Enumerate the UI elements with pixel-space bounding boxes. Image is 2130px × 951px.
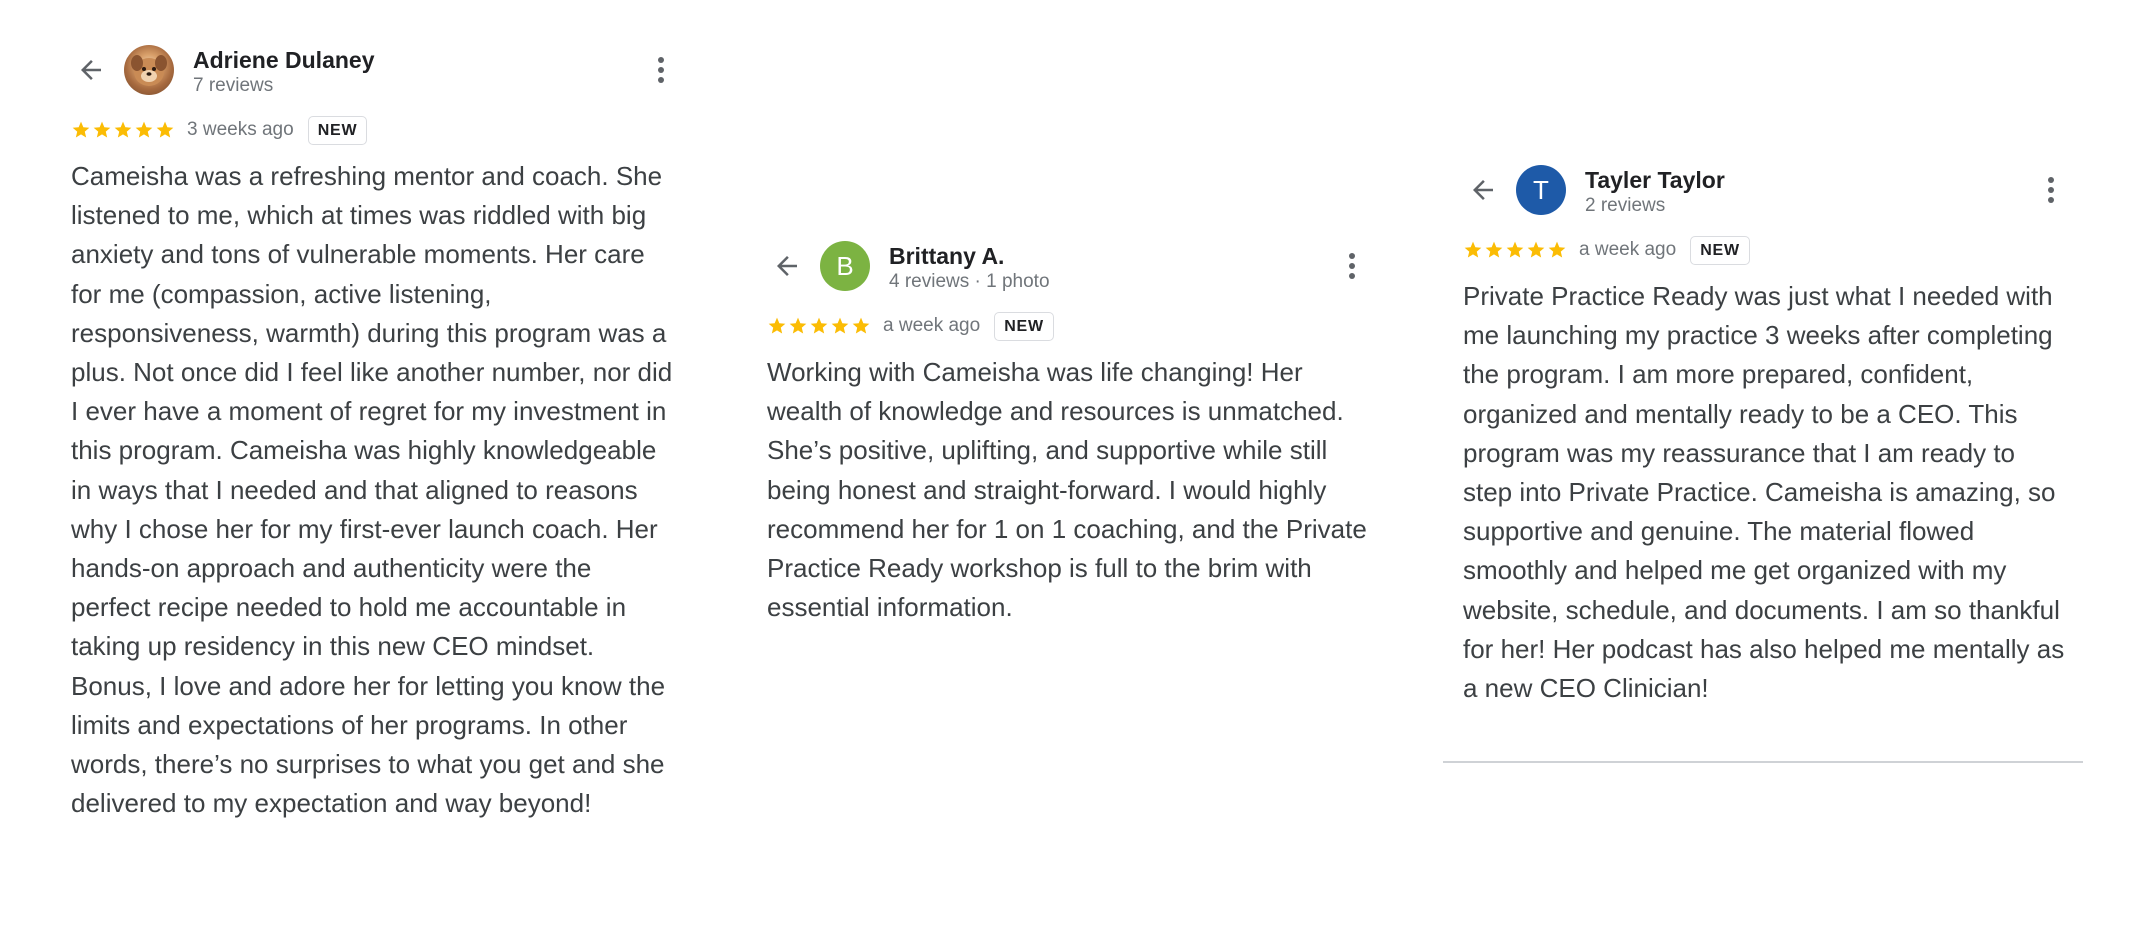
review-text: Cameisha was a refreshing mentor and coa… — [71, 161, 673, 819]
dog-photo-avatar — [131, 55, 167, 86]
arrow-back-icon — [1473, 180, 1493, 200]
arrow-back-icon — [777, 256, 797, 276]
avatar-letter: T — [1533, 174, 1549, 205]
reviewer-info: Tayler Taylor 2 reviews — [1585, 166, 1725, 218]
star-icon — [1527, 241, 1545, 258]
review-card-brittany: B Brittany A. 4 reviews · 1 photo a week… — [767, 240, 1367, 627]
star-icon — [114, 121, 132, 138]
reviewer-info: Brittany A. 4 reviews · 1 photo — [889, 242, 1050, 294]
review-card-tayler: T Tayler Taylor 2 reviews a week ago NEW… — [1463, 164, 2066, 708]
star-icon — [93, 121, 111, 138]
review-header: Adriene Dulaney 7 reviews — [71, 44, 676, 96]
star-icon — [810, 317, 828, 334]
more-vert-icon — [2048, 177, 2054, 203]
star-rating — [767, 316, 872, 336]
arrow-back-icon — [81, 60, 101, 80]
reviewer-review-count: 7 reviews — [193, 75, 274, 96]
more-vert-icon — [658, 57, 664, 83]
avatar-letter: B — [836, 250, 854, 281]
reviewer-info: Adriene Dulaney 7 reviews — [193, 46, 375, 98]
star-icon — [135, 121, 153, 138]
star-icon — [1548, 241, 1566, 258]
reviewer-name[interactable]: Tayler Taylor — [1585, 166, 1725, 194]
star-rating — [71, 120, 176, 140]
star-icon — [1506, 241, 1524, 258]
star-icon — [831, 317, 849, 334]
new-badge: NEW — [1690, 235, 1750, 265]
more-vert-icon — [1349, 253, 1355, 279]
back-button[interactable] — [71, 44, 111, 96]
review-text: Private Practice Ready was just what I n… — [1463, 281, 2065, 704]
avatar[interactable] — [124, 45, 174, 95]
star-rating — [1463, 240, 1568, 260]
new-badge: NEW — [994, 311, 1054, 341]
review-card-adriene: Adriene Dulaney 7 reviews 3 weeks ago NE… — [71, 44, 676, 823]
star-icon — [768, 317, 786, 334]
rating-row: a week ago NEW — [767, 309, 1367, 343]
review-date: a week ago — [883, 315, 981, 336]
more-options-button[interactable] — [1337, 246, 1367, 286]
avatar[interactable]: B — [820, 241, 870, 291]
more-options-button[interactable] — [646, 50, 676, 90]
star-icon — [156, 121, 174, 138]
star-icon — [852, 317, 870, 334]
review-header: T Tayler Taylor 2 reviews — [1463, 164, 2066, 216]
reviewer-name[interactable]: Adriene Dulaney — [193, 46, 375, 74]
more-options-button[interactable] — [2036, 170, 2066, 210]
star-icon — [789, 317, 807, 334]
back-button[interactable] — [767, 240, 807, 292]
star-icon — [1485, 241, 1503, 258]
rating-row: 3 weeks ago NEW — [71, 113, 676, 147]
back-button[interactable] — [1463, 164, 1503, 216]
reviewer-review-count: 4 reviews · 1 photo — [889, 271, 1050, 292]
reviewer-review-count: 2 reviews — [1585, 195, 1666, 216]
rating-row: a week ago NEW — [1463, 233, 2066, 267]
review-text: Working with Cameisha was life changing!… — [767, 357, 1367, 623]
star-icon — [72, 121, 90, 138]
avatar[interactable]: T — [1516, 165, 1566, 215]
divider — [1443, 761, 2083, 763]
review-header: B Brittany A. 4 reviews · 1 photo — [767, 240, 1367, 292]
star-icon — [1464, 241, 1482, 258]
reviewer-name[interactable]: Brittany A. — [889, 242, 1050, 270]
review-date: 3 weeks ago — [187, 119, 294, 140]
new-badge: NEW — [307, 115, 368, 145]
review-date: a week ago — [1579, 239, 1677, 260]
